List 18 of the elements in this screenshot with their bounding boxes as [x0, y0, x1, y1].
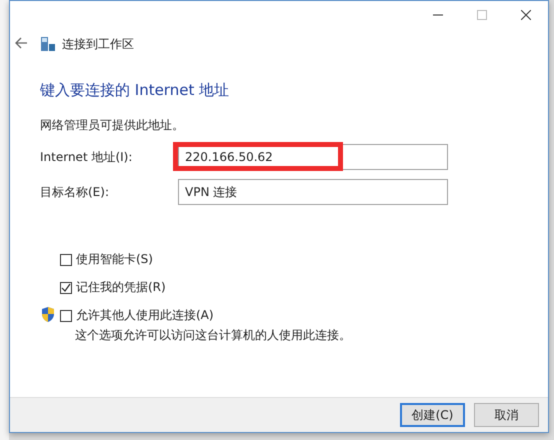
- create-button[interactable]: 创建(C): [400, 403, 465, 427]
- checkbox-label: 记住我的凭据(R): [76, 279, 166, 296]
- minimize-icon[interactable]: [433, 14, 443, 16]
- input-field[interactable]: VPN 连接: [178, 179, 448, 205]
- network-icon: [40, 36, 56, 52]
- page-heading: 键入要连接的 Internet 地址: [40, 81, 230, 100]
- checkbox[interactable]: [60, 282, 72, 294]
- checkbox[interactable]: [60, 310, 72, 322]
- description-text: 网络管理员可提供此地址。: [40, 117, 185, 134]
- window-title: 连接到工作区: [62, 36, 134, 52]
- cancel-button[interactable]: 取消: [474, 403, 539, 427]
- checkbox[interactable]: [60, 254, 72, 266]
- field-label: 目标名称(E):: [40, 184, 110, 200]
- close-icon[interactable]: [521, 10, 531, 20]
- option-note: 这个选项允许可以访问这台计算机的人使用此连接。: [74, 327, 352, 344]
- field-label: Internet 地址(I):: [40, 148, 134, 166]
- checkbox-label: 使用智能卡(S): [76, 251, 153, 268]
- checkbox-label: 允许其他人使用此连接(A): [76, 307, 214, 324]
